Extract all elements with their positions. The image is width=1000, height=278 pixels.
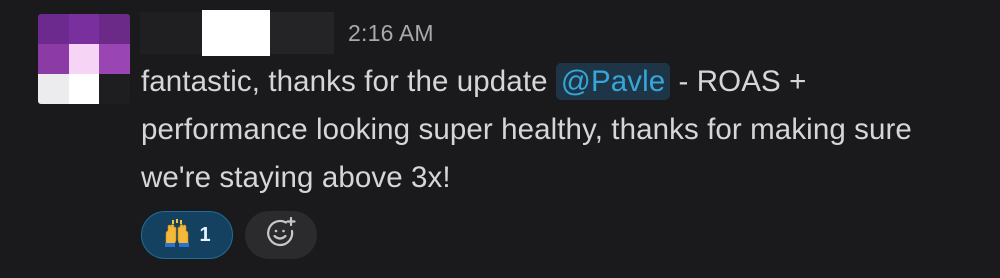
message-text-before: fantastic, thanks for the update [141, 65, 556, 98]
raised-hands-icon [163, 219, 191, 251]
avatar-pixel [38, 44, 69, 74]
message-body: fantastic, thanks for the update @Pavle … [141, 58, 961, 202]
add-reaction-button[interactable] [245, 211, 317, 259]
redacted-name-block[interactable] [202, 10, 270, 56]
timestamp[interactable]: 2:16 AM [348, 20, 434, 47]
reaction-count: 1 [199, 223, 211, 246]
add-emoji-icon [264, 216, 298, 255]
avatar-pixel [38, 74, 69, 104]
avatar-pixel [68, 74, 100, 104]
avatar-pixel [99, 44, 130, 74]
chat-message: 2:16 AM fantastic, thanks for the update… [0, 0, 1000, 278]
message-header: 2:16 AM [140, 10, 434, 56]
reaction-raised-hands[interactable]: 1 [141, 211, 233, 259]
redacted-name-block [140, 12, 202, 54]
avatar-pixel [99, 74, 130, 104]
avatar-pixel [38, 14, 69, 44]
avatar[interactable] [38, 14, 130, 104]
avatar-pixel [68, 14, 100, 44]
reactions-bar: 1 [141, 211, 317, 259]
user-mention[interactable]: @Pavle [555, 63, 671, 100]
redacted-name-block [270, 12, 334, 54]
avatar-pixel [99, 14, 130, 44]
avatar-pixel [68, 44, 100, 74]
